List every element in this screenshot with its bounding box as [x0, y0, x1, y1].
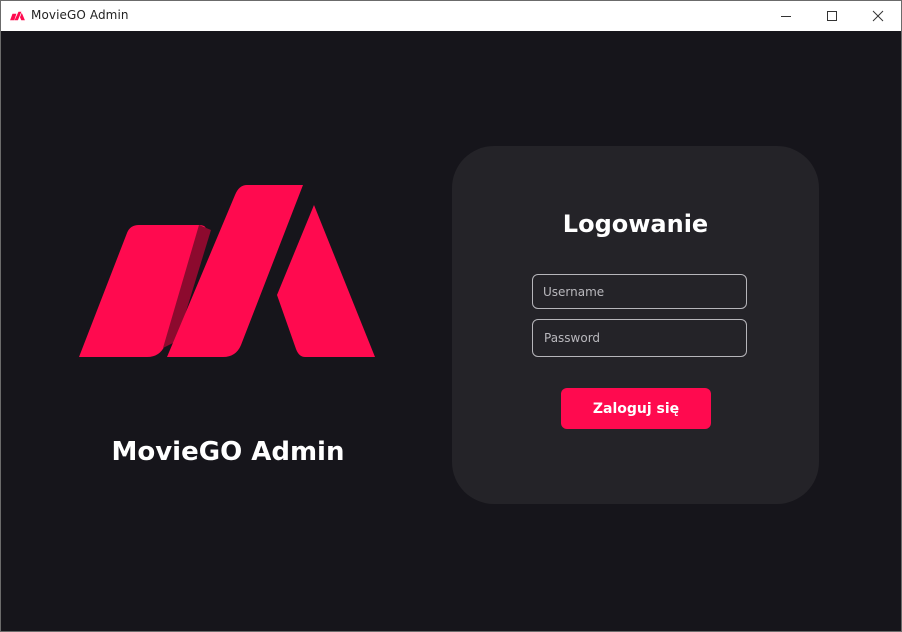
- window-title: MovieGO Admin: [31, 8, 129, 22]
- brand-title: MovieGO Admin: [111, 437, 345, 467]
- username-input[interactable]: [532, 274, 747, 309]
- app-window: MovieGO Admin MovieGO Admin Logowanie Us…: [0, 0, 902, 632]
- minimize-icon: [781, 16, 791, 17]
- maximize-icon: [827, 11, 837, 21]
- title-bar[interactable]: MovieGO Admin: [1, 1, 901, 31]
- minimize-button[interactable]: [763, 1, 809, 31]
- close-button[interactable]: [855, 1, 901, 31]
- main-content: MovieGO Admin Logowanie Zaloguj się: [1, 31, 901, 631]
- login-button[interactable]: Zaloguj się: [561, 388, 711, 429]
- moviego-logo-icon: [10, 11, 25, 21]
- maximize-button[interactable]: [809, 1, 855, 31]
- moviego-logo: [79, 185, 375, 357]
- login-title: Logowanie: [562, 210, 709, 238]
- close-icon: [872, 10, 884, 22]
- login-card: Logowanie Zaloguj się: [452, 146, 819, 504]
- password-input[interactable]: [532, 319, 747, 357]
